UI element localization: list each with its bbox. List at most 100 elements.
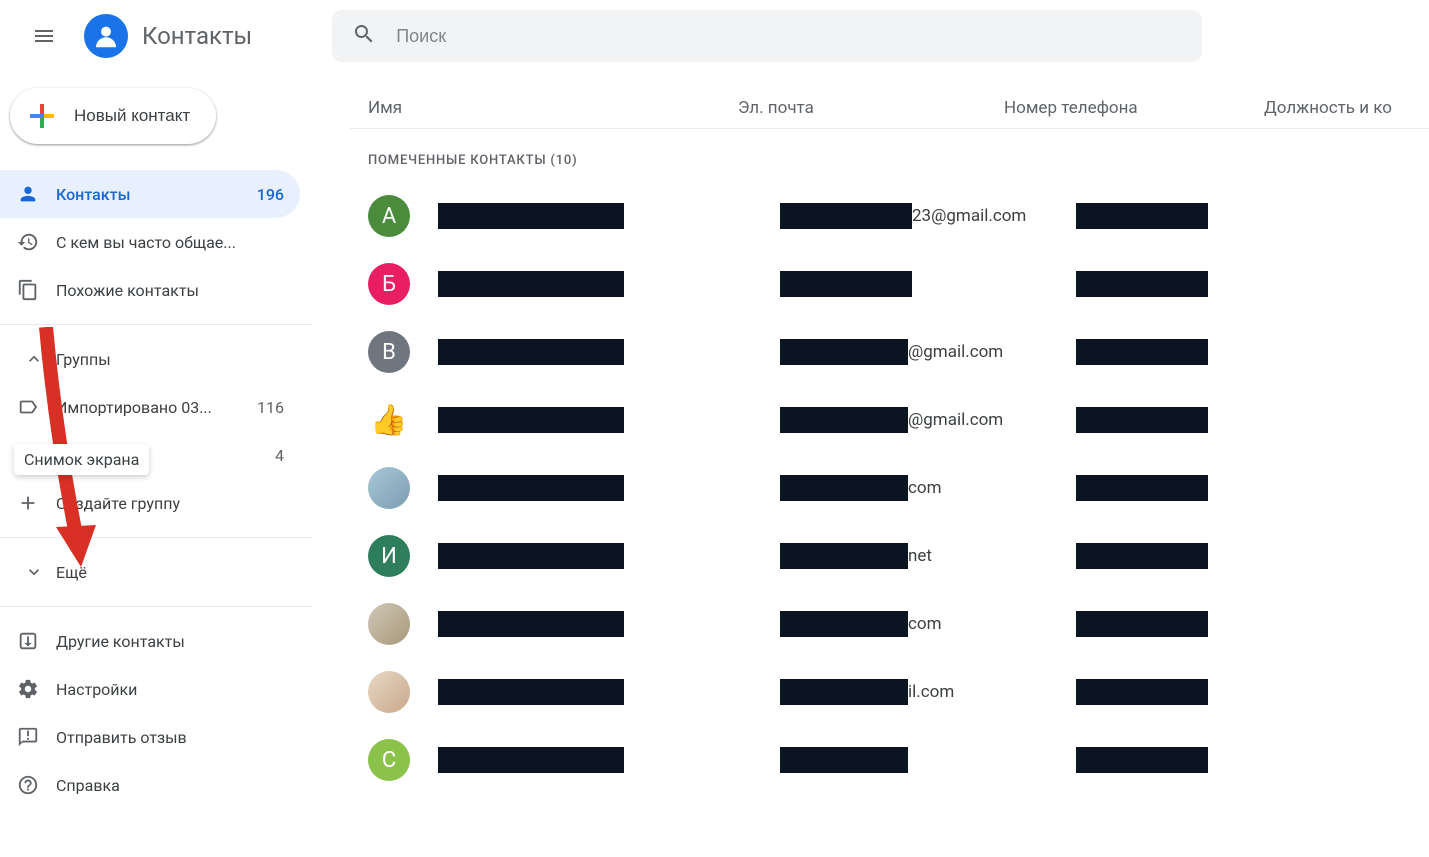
contact-phone-redacted [1076,543,1208,569]
contact-avatar: И [368,535,410,577]
history-icon [0,231,56,253]
contact-email-cell [780,747,1046,773]
contact-phone-cell [1076,407,1208,433]
contact-email-redacted [780,611,908,637]
contact-name-redacted [438,475,624,501]
divider [0,324,312,325]
contact-phone-cell [1076,543,1208,569]
section-title: ПОМЕЧЕННЫЕ КОНТАКТЫ (10) [350,129,1429,182]
hamburger-menu-button[interactable] [20,12,68,60]
contact-row[interactable]: С [350,726,1429,794]
nav-help[interactable]: Справка [0,761,300,809]
contact-row[interactable]: В @gmail.com [350,318,1429,386]
nav-contacts-label: Контакты [56,185,249,204]
contact-phone-cell [1076,475,1208,501]
nav-contacts-count: 196 [257,185,284,204]
contact-row[interactable]: А 23@gmail.com [350,182,1429,250]
contact-email-redacted [780,543,908,569]
other-contacts-label: Другие контакты [56,632,284,651]
help-icon [0,774,56,796]
contact-row[interactable]: com [350,454,1429,522]
search-container[interactable] [332,10,1202,62]
contact-email-redacted [780,475,908,501]
help-label: Справка [56,776,284,795]
contact-name-redacted [438,747,624,773]
nav-other-contacts[interactable]: Другие контакты [0,617,300,665]
contacts-logo [84,14,128,58]
group-2-count: 4 [275,446,284,465]
contact-phone-cell [1076,611,1208,637]
contact-email-cell: com [780,475,1046,501]
contact-avatar: 👍 [368,399,410,441]
column-email: Эл. почта [738,98,1004,118]
contact-avatar: В [368,331,410,373]
contact-avatar [368,671,410,713]
contact-name-redacted [438,611,624,637]
contact-email-cell [780,271,1046,297]
contact-row[interactable]: Иnet [350,522,1429,590]
group-imported-count: 116 [257,398,284,417]
nav-contacts[interactable]: Контакты 196 [0,170,300,218]
contact-email-redacted [780,747,908,773]
contact-phone-redacted [1076,679,1208,705]
person-icon [0,183,56,205]
contact-avatar: А [368,195,410,237]
contact-row[interactable]: com [350,590,1429,658]
feedback-icon [0,726,56,748]
contact-phone-redacted [1076,339,1208,365]
nav-duplicates[interactable]: Похожие контакты [0,266,300,314]
contact-phone-redacted [1076,475,1208,501]
contact-avatar [368,467,410,509]
contact-name-redacted [438,679,624,705]
contact-phone-redacted [1076,747,1208,773]
app-bar: Контакты [0,0,1429,72]
contact-phone-redacted [1076,271,1208,297]
contact-row[interactable]: 👍 @gmail.com [350,386,1429,454]
column-job: Должность и ко [1264,98,1392,118]
contact-avatar: С [368,739,410,781]
contact-email-suffix: com [908,614,942,634]
feedback-label: Отправить отзыв [56,728,284,747]
contact-email-suffix: @gmail.com [908,342,1003,362]
contact-phone-redacted [1076,203,1208,229]
nav-settings[interactable]: Настройки [0,665,300,713]
contact-email-suffix: com [908,478,942,498]
screenshot-tooltip: Снимок экрана [14,444,149,475]
contact-email-cell: 23@gmail.com [780,203,1046,229]
contact-phone-cell [1076,679,1208,705]
column-headers: Имя Эл. почта Номер телефона Должность и… [350,88,1429,128]
new-contact-button[interactable]: Новый контакт [10,88,216,144]
gear-icon [0,678,56,700]
contact-email-suffix: il.com [908,682,954,702]
contact-row[interactable]: il.com [350,658,1429,726]
contact-phone-cell [1076,339,1208,365]
contact-email-cell: @gmail.com [780,407,1046,433]
contact-email-cell: com [780,611,1046,637]
contact-name-redacted [438,339,624,365]
contact-list: А 23@gmail.com БВ @gmail.com 👍 @gmail.com com И… [350,182,1429,794]
column-phone: Номер телефона [1004,98,1264,118]
contact-email-redacted [780,203,912,229]
nav-duplicates-label: Похожие контакты [56,281,284,300]
contact-row[interactable]: Б [350,250,1429,318]
contact-email-suffix: @gmail.com [908,410,1003,430]
contact-name-redacted [438,543,624,569]
nav-primary: Контакты 196 С кем вы часто общае... Пох… [0,170,312,314]
contact-email-redacted [780,271,912,297]
contact-phone-redacted [1076,407,1208,433]
nav-frequent[interactable]: С кем вы часто общае... [0,218,300,266]
contact-email-cell: net [780,543,1046,569]
contact-email-suffix: 23@gmail.com [912,206,1026,226]
search-input[interactable] [396,10,1202,62]
nav-feedback[interactable]: Отправить отзыв [0,713,300,761]
contact-email-cell: il.com [780,679,1046,705]
contact-avatar [368,603,410,645]
contact-name-redacted [438,271,624,297]
plus-icon [24,98,60,134]
contact-phone-cell [1076,203,1208,229]
settings-label: Настройки [56,680,284,699]
archive-icon [0,630,56,652]
column-name: Имя [368,98,738,118]
divider [0,606,312,607]
new-contact-label: Новый контакт [74,106,190,126]
